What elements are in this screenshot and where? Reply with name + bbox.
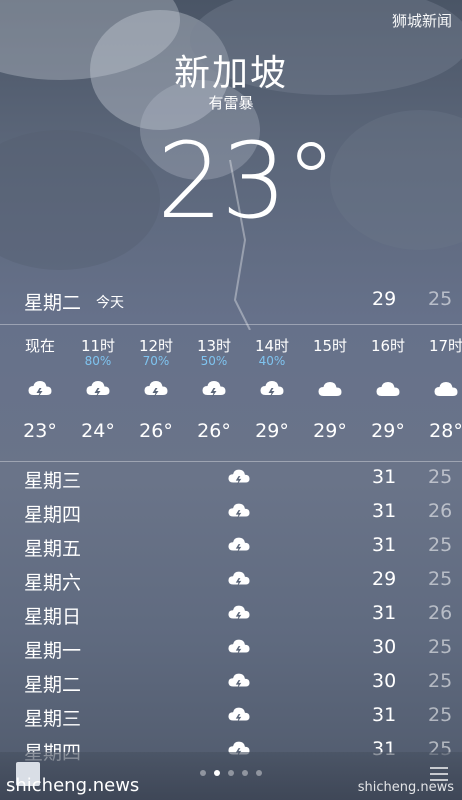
hour-time: 17时 — [428, 337, 462, 355]
cloud-icon — [315, 377, 345, 401]
page-dot[interactable] — [200, 770, 206, 776]
thunderstorm-icon — [226, 704, 252, 726]
today-day: 星期二 — [24, 292, 82, 314]
watermark-bottom-left: shicheng.news — [6, 775, 140, 796]
thunderstorm-icon — [25, 377, 55, 401]
day-name: 星期二 — [24, 674, 82, 696]
day-name: 星期三 — [24, 708, 82, 730]
daily-row: 星期日 31 26 — [0, 598, 462, 632]
current-temperature: 23° — [156, 120, 337, 242]
daily-row: 星期六 29 25 — [0, 564, 462, 598]
page-dot[interactable] — [242, 770, 248, 776]
day-high: 31 — [372, 500, 397, 522]
hour-time: 12时 — [138, 337, 174, 355]
precip-chance: 80% — [84, 354, 112, 368]
today-low: 25 — [428, 288, 453, 310]
hour-time: 13时 — [196, 337, 232, 355]
day-name: 星期五 — [24, 538, 82, 560]
hour-temperature: 26° — [139, 420, 173, 442]
day-high: 31 — [372, 704, 397, 726]
hour-column: 13时 50% 26° — [184, 325, 244, 460]
thunderstorm-icon — [226, 568, 252, 590]
today-summary: 星期二 今天 29 25 — [0, 282, 462, 320]
day-low: 25 — [428, 534, 453, 556]
page-indicator[interactable] — [200, 770, 272, 778]
daily-row: 星期二 30 25 — [0, 666, 462, 700]
cloud-icon — [373, 377, 403, 401]
cloud-icon — [431, 377, 461, 401]
today-label: 今天 — [96, 295, 124, 311]
page-dot[interactable] — [256, 770, 262, 776]
hour-temperature: 24° — [81, 420, 115, 442]
hour-column: 16时 29° — [358, 325, 418, 460]
daily-row: 星期四 31 26 — [0, 496, 462, 530]
day-high: 31 — [372, 534, 397, 556]
hour-temperature: 23° — [23, 420, 57, 442]
day-low: 25 — [428, 466, 453, 488]
hour-time: 现在 — [24, 337, 55, 355]
daily-row: 星期一 30 25 — [0, 632, 462, 666]
thunderstorm-icon — [226, 602, 252, 624]
today-high: 29 — [372, 288, 397, 310]
thunderstorm-icon — [226, 500, 252, 522]
hour-temperature: 29° — [313, 420, 347, 442]
precip-chance: 70% — [142, 354, 170, 368]
hour-temperature: 26° — [197, 420, 231, 442]
day-high: 31 — [372, 602, 397, 624]
thunderstorm-icon — [83, 377, 113, 401]
hour-column: 14时 40% 29° — [242, 325, 302, 460]
day-high: 30 — [372, 636, 397, 658]
hour-column: 12时 70% 26° — [126, 325, 186, 460]
day-name: 星期四 — [24, 504, 82, 526]
hour-column: 17时 28° — [416, 325, 462, 460]
day-high: 31 — [372, 466, 397, 488]
daily-row: 星期三 31 25 — [0, 700, 462, 734]
hour-time: 14时 — [254, 337, 290, 355]
day-low: 25 — [428, 568, 453, 590]
day-low: 25 — [428, 636, 453, 658]
day-high: 30 — [372, 670, 397, 692]
precip-chance: 50% — [200, 354, 228, 368]
day-name: 星期六 — [24, 572, 82, 594]
thunderstorm-icon — [226, 534, 252, 556]
daily-row: 星期五 31 25 — [0, 530, 462, 564]
thunderstorm-icon — [226, 466, 252, 488]
day-high: 29 — [372, 568, 397, 590]
thunderstorm-icon — [141, 377, 171, 401]
hour-temperature: 28° — [429, 420, 462, 442]
thunderstorm-icon — [226, 670, 252, 692]
precip-chance: 40% — [258, 354, 286, 368]
hour-column: 15时 29° — [300, 325, 360, 460]
hour-temperature: 29° — [371, 420, 405, 442]
day-low: 25 — [428, 670, 453, 692]
thunderstorm-icon — [226, 636, 252, 658]
watermark-bottom-right: shicheng.news — [357, 780, 454, 795]
hour-time: 16时 — [370, 337, 406, 355]
weather-condition: 有雷暴 — [208, 94, 254, 112]
day-name: 星期三 — [24, 470, 82, 492]
day-low: 26 — [428, 602, 453, 624]
city-name: 新加坡 — [173, 53, 288, 94]
day-name: 星期一 — [24, 640, 82, 662]
hour-time: 15时 — [312, 337, 348, 355]
day-name: 星期日 — [24, 606, 82, 628]
thunderstorm-icon — [199, 377, 229, 401]
page-dot[interactable] — [228, 770, 234, 776]
hour-column: 11时 80% 24° — [68, 325, 128, 460]
daily-row: 星期三 31 25 — [0, 462, 462, 496]
day-low: 25 — [428, 704, 453, 726]
hourly-forecast[interactable]: 现在 23° 11时 80% 24° 12时 70% 26° 13时 50% 26° 14时 40% 29… — [0, 325, 462, 460]
watermark-top: 狮城新闻 — [391, 12, 452, 30]
hour-temperature: 29° — [255, 420, 289, 442]
day-low: 26 — [428, 500, 453, 522]
daily-forecast[interactable]: 星期三 31 25 星期四 31 26 星期五 31 25 星期六 29 25 星期日 31 26 星期一 30… — [0, 462, 462, 764]
hour-column: 现在 23° — [10, 325, 70, 460]
hour-time: 11时 — [80, 337, 116, 355]
page-dot[interactable] — [214, 770, 220, 776]
thunderstorm-icon — [257, 377, 287, 401]
